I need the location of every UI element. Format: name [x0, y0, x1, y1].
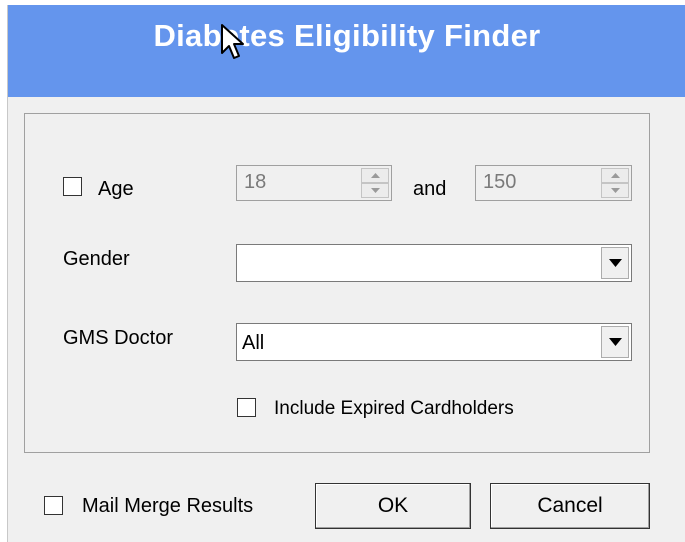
gms-doctor-dropdown-button[interactable]	[601, 326, 629, 358]
chevron-down-icon	[609, 338, 622, 346]
title-bar[interactable]: Diabetes Eligibility Finder	[8, 5, 685, 97]
age-min-spinner[interactable]: 18	[236, 165, 392, 201]
age-max-down-button[interactable]	[601, 183, 629, 198]
chevron-down-icon	[609, 259, 622, 267]
include-expired-label[interactable]: Include Expired Cardholders	[274, 398, 514, 420]
age-max-spinner[interactable]: 150	[475, 165, 632, 201]
gender-label: Gender	[63, 248, 130, 270]
age-min-down-button[interactable]	[361, 183, 389, 198]
include-expired-checkbox[interactable]	[237, 398, 256, 417]
mail-merge-checkbox[interactable]	[44, 496, 63, 515]
age-and-label: and	[413, 178, 447, 200]
mouse-pointer-icon	[221, 24, 244, 59]
ok-button[interactable]: OK	[315, 483, 471, 529]
gms-doctor-label: GMS Doctor	[63, 327, 174, 349]
gms-doctor-dropdown[interactable]: All	[236, 323, 632, 361]
gender-dropdown[interactable]	[236, 244, 632, 282]
dialog-window: Diabetes Eligibility Finder Age 18 and 1…	[7, 5, 685, 542]
gender-dropdown-button[interactable]	[601, 247, 629, 279]
mail-merge-label[interactable]: Mail Merge Results	[82, 495, 253, 518]
cancel-button[interactable]: Cancel	[490, 483, 650, 529]
spin-up-icon	[611, 173, 620, 178]
age-max-up-button[interactable]	[601, 168, 629, 183]
age-checkbox[interactable]	[63, 177, 82, 196]
age-label[interactable]: Age	[98, 178, 134, 201]
spin-down-icon	[371, 188, 380, 193]
dialog-title: Diabetes Eligibility Finder	[153, 18, 541, 53]
age-max-value: 150	[483, 171, 517, 193]
age-min-up-button[interactable]	[361, 168, 389, 183]
age-min-value: 18	[244, 171, 267, 193]
spin-up-icon	[371, 173, 380, 178]
spin-down-icon	[611, 188, 620, 193]
gms-doctor-selected-value: All	[242, 332, 265, 354]
